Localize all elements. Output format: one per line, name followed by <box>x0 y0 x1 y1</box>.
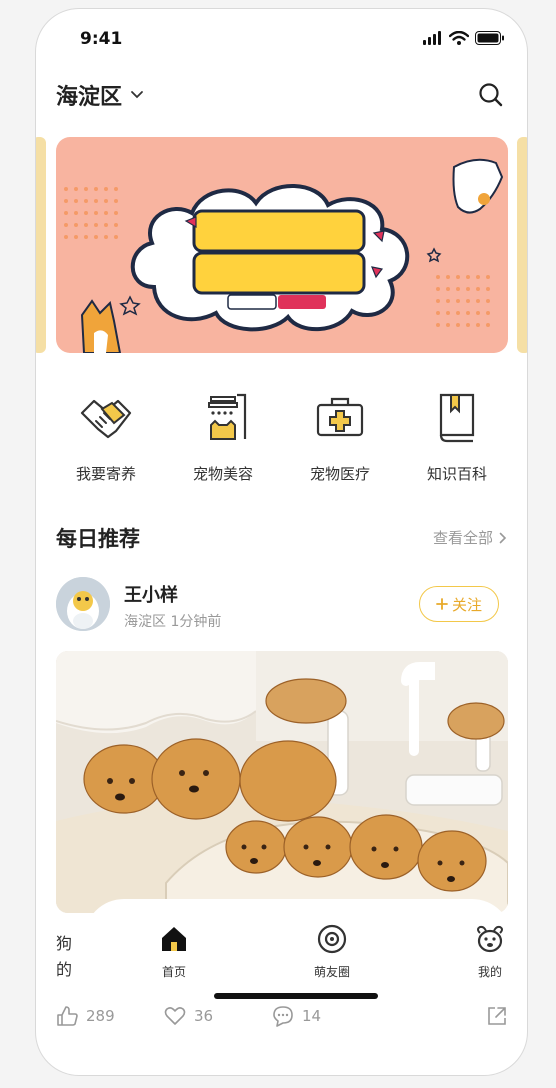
home-icon <box>162 927 186 951</box>
wifi-icon <box>449 31 469 45</box>
puppies-photo <box>56 651 508 913</box>
tab-label: 萌友圈 <box>313 965 350 979</box>
promo-banner[interactable] <box>56 137 508 353</box>
battery-icon <box>475 31 504 45</box>
category-medical[interactable]: 宠物医疗 <box>290 389 390 484</box>
post-caption: 狗 的 <box>56 931 86 983</box>
tab-profile[interactable]: 我的 <box>460 923 520 980</box>
like-count: 289 <box>86 1007 115 1025</box>
section-title: 每日推荐 <box>56 527 140 551</box>
category-label: 我要寄养 <box>75 465 136 483</box>
status-time: 9:41 <box>80 29 123 49</box>
top-header: 海淀区 <box>36 79 527 115</box>
follow-button[interactable]: 关注 <box>419 586 499 622</box>
post-photo[interactable] <box>56 651 508 913</box>
medical-kit-icon <box>316 397 364 437</box>
category-label: 知识百科 <box>426 465 487 483</box>
heart-icon <box>164 1007 186 1025</box>
banner-illustration <box>64 158 504 353</box>
book-icon <box>439 393 475 443</box>
see-all-link[interactable]: 查看全部 <box>433 527 507 548</box>
comment-count: 14 <box>302 1007 322 1025</box>
tab-label: 我的 <box>477 965 502 979</box>
category-label: 宠物医疗 <box>309 465 370 483</box>
follow-label: 关注 <box>451 595 482 614</box>
thumbs-up-icon <box>57 1006 78 1026</box>
comment-icon <box>273 1006 293 1027</box>
category-row: 我要寄养 宠物美容 宠物医疗 知识百科 <box>36 389 527 489</box>
bottom-tab-bar: 首页 萌友圈 我的 <box>84 899 512 999</box>
avatar[interactable] <box>56 577 110 631</box>
status-bar: 9:41 <box>36 29 527 53</box>
phone-frame: 9:41 海淀区 我要寄养 宠物美容 宠物医疗 知识百科 每日推荐 查看全部 王… <box>35 8 528 1076</box>
share-icon <box>488 1007 506 1025</box>
tab-label: 首页 <box>161 965 186 979</box>
plus-icon <box>436 598 448 610</box>
favorite-count: 36 <box>194 1007 214 1025</box>
location-label: 海淀区 <box>56 85 123 110</box>
see-all-label: 查看全部 <box>432 529 493 547</box>
tab-moments[interactable]: 萌友圈 <box>302 923 362 980</box>
signal-icon <box>423 31 441 45</box>
like-button[interactable]: 289 <box>56 1005 115 1027</box>
post-username[interactable]: 王小样 <box>124 581 178 607</box>
favorite-button[interactable]: 36 <box>164 1005 213 1027</box>
avatar-image <box>56 577 110 631</box>
home-indicator[interactable] <box>214 993 378 999</box>
shower-icon <box>208 393 247 440</box>
status-icons <box>423 31 505 45</box>
handshake-icon <box>80 399 132 439</box>
category-label: 宠物美容 <box>192 465 253 483</box>
post-meta: 海淀区 1分钟前 <box>124 614 222 630</box>
category-encyclopedia[interactable]: 知识百科 <box>407 389 507 484</box>
chevron-down-icon <box>131 91 143 99</box>
banner-peek-right[interactable] <box>517 137 527 353</box>
category-grooming[interactable]: 宠物美容 <box>173 389 273 484</box>
banner-peek-left[interactable] <box>36 137 46 353</box>
chevron-right-icon <box>499 532 507 543</box>
post-actions: 289 36 14 <box>36 1005 527 1035</box>
tab-home[interactable]: 首页 <box>144 923 204 980</box>
caption-line: 的 <box>56 960 73 979</box>
share-button[interactable] <box>486 1005 508 1027</box>
category-foster[interactable]: 我要寄养 <box>56 389 156 484</box>
comment-button[interactable]: 14 <box>272 1005 321 1027</box>
caption-line: 狗 <box>56 934 73 953</box>
circle-icon <box>317 924 347 954</box>
dog-face-icon <box>477 925 503 953</box>
location-selector[interactable]: 海淀区 <box>56 79 144 111</box>
search-icon[interactable] <box>477 81 505 109</box>
